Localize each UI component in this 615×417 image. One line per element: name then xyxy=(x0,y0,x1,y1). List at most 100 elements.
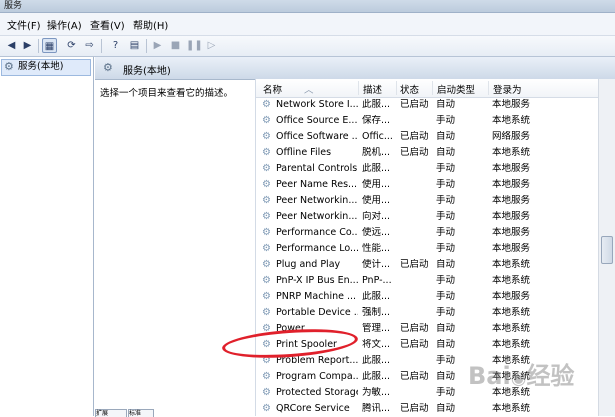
service-startup-type: 手动 xyxy=(436,115,456,126)
forward-arrow-icon[interactable]: ▶ xyxy=(20,38,35,53)
column-header-startup-type[interactable]: 启动类型 xyxy=(437,82,475,96)
service-name: Parental Controls xyxy=(276,163,358,174)
service-gear-icon: ⚙ xyxy=(262,99,271,110)
service-description: 性能... xyxy=(362,243,391,254)
refresh-icon[interactable]: ⟳ xyxy=(64,38,79,53)
service-description: 强制... xyxy=(362,307,391,318)
back-arrow-icon[interactable]: ◀ xyxy=(4,38,19,53)
column-divider[interactable] xyxy=(396,81,397,95)
service-logon-as: 本地系统 xyxy=(492,259,531,270)
column-header-description[interactable]: 描述 xyxy=(363,82,382,96)
service-logon-as: 本地服务 xyxy=(492,227,531,238)
service-status: 已启动 xyxy=(400,323,429,334)
column-header-status[interactable]: 状态 xyxy=(400,82,419,96)
service-startup-type: 手动 xyxy=(436,307,456,318)
service-description: 此服... xyxy=(362,163,391,174)
service-gear-icon: ⚙ xyxy=(262,211,271,222)
table-row[interactable]: ⚙ Offline Files 脱机... 已启动 自动 本地系统 xyxy=(256,145,599,161)
service-name: Peer Networkin... xyxy=(276,211,358,222)
service-status: 已启动 xyxy=(400,259,429,270)
service-gear-icon: ⚙ xyxy=(262,163,271,174)
pane-header-title: 服务(本地) xyxy=(123,66,171,77)
service-status: 已启动 xyxy=(400,371,429,382)
menu-help[interactable]: 帮助(H) xyxy=(133,17,168,32)
service-logon-as: 本地服务 xyxy=(492,291,531,302)
service-name: QRCore Service xyxy=(276,403,350,414)
stop-service-icon[interactable]: ■ xyxy=(168,38,183,53)
restart-service-icon[interactable]: ▷ xyxy=(204,38,219,53)
column-header-name[interactable]: 名称 xyxy=(263,82,282,96)
toolbar-separator xyxy=(38,39,39,53)
service-name: Performance Lo... xyxy=(276,243,358,254)
service-gear-icon: ⚙ xyxy=(262,275,271,286)
start-service-icon[interactable]: ▶ xyxy=(150,38,165,53)
service-description: 此服... xyxy=(362,371,391,382)
service-description: 保存... xyxy=(362,115,391,126)
service-startup-type: 自动 xyxy=(436,403,456,414)
service-startup-type: 自动 xyxy=(436,131,456,142)
toolbar: ◀ ▶ ▦ ⟳ ⇨ ? ▤ ▶ ■ ❚❚ ▷ xyxy=(0,36,615,57)
service-description: 使计... xyxy=(362,259,391,270)
pane-header: ⚙ 服务(本地) xyxy=(95,57,615,80)
service-gear-icon: ⚙ xyxy=(262,131,271,142)
service-description: 管理... xyxy=(362,323,391,334)
column-divider[interactable] xyxy=(432,81,433,95)
service-description: 使远... xyxy=(362,227,391,238)
table-row[interactable]: ⚙ Parental Controls 此服... 手动 本地服务 xyxy=(256,161,599,177)
service-startup-type: 自动 xyxy=(436,323,456,334)
gear-icon: ⚙ xyxy=(103,61,113,74)
table-row[interactable]: ⚙ Office Software ... Offic... 已启动 自动 网络服务 xyxy=(256,129,599,145)
service-name: PNRP Machine ... xyxy=(276,291,357,302)
menu-file[interactable]: 文件(F) xyxy=(7,17,41,32)
export-list-icon[interactable]: ⇨ xyxy=(82,38,97,53)
help-icon[interactable]: ? xyxy=(108,38,123,53)
gear-icon: ⚙ xyxy=(4,60,14,73)
table-row[interactable]: ⚙ Office Source E... 保存... 手动 本地系统 xyxy=(256,113,599,129)
service-name: Offline Files xyxy=(276,147,332,158)
scrollbar-thumb[interactable] xyxy=(601,236,613,264)
service-name: Office Software ... xyxy=(276,131,358,142)
service-gear-icon: ⚙ xyxy=(262,115,271,126)
table-row[interactable]: ⚙ PnP-X IP Bus En... PnP-... 手动 本地系统 xyxy=(256,273,599,289)
pause-service-icon[interactable]: ❚❚ xyxy=(186,38,203,53)
table-row[interactable]: ⚙ Peer Name Res... 使用... 手动 本地服务 xyxy=(256,177,599,193)
menu-view[interactable]: 查看(V) xyxy=(90,17,125,32)
service-gear-icon: ⚙ xyxy=(262,243,271,254)
service-gear-icon: ⚙ xyxy=(262,307,271,318)
table-row[interactable]: ⚙ Performance Co... 使远... 手动 本地服务 xyxy=(256,225,599,241)
tree-item-services-local[interactable]: ⚙ 服务(本地) xyxy=(1,59,91,76)
table-row[interactable]: ⚙ Performance Lo... 性能... 手动 本地服务 xyxy=(256,241,599,257)
service-gear-icon: ⚙ xyxy=(262,403,271,414)
column-divider[interactable] xyxy=(488,81,489,95)
console-tree-icon[interactable]: ▦ xyxy=(42,38,57,53)
table-row[interactable]: ⚙ Portable Device ... 强制... 手动 本地系统 xyxy=(256,305,599,321)
service-description: 向对... xyxy=(362,211,391,222)
table-row[interactable]: ⚙ Network Store I... 此服... 已启动 自动 本地服务 xyxy=(256,97,599,113)
menu-action[interactable]: 操作(A) xyxy=(47,17,82,32)
column-divider[interactable] xyxy=(358,81,359,95)
service-logon-as: 本地系统 xyxy=(492,339,531,350)
service-startup-type: 手动 xyxy=(436,275,456,286)
service-startup-type: 手动 xyxy=(436,291,456,302)
service-description: Offic... xyxy=(362,131,393,142)
table-row[interactable]: ⚙ PNRP Machine ... 此服... 手动 本地服务 xyxy=(256,289,599,305)
table-row[interactable]: ⚙ Peer Networkin... 使用... 手动 本地服务 xyxy=(256,193,599,209)
service-logon-as: 本地服务 xyxy=(492,179,531,190)
service-startup-type: 手动 xyxy=(436,227,456,238)
service-description: 此服... xyxy=(362,355,391,366)
sort-up-icon: ︿ xyxy=(304,85,314,96)
service-logon-as: 本地系统 xyxy=(492,403,531,414)
table-row[interactable]: ⚙ Plug and Play 使计... 已启动 自动 本地系统 xyxy=(256,257,599,273)
service-gear-icon: ⚙ xyxy=(262,291,271,302)
window-title: 服务 xyxy=(4,1,23,11)
column-header-logon[interactable]: 登录为 xyxy=(493,82,522,96)
description-prompt: 选择一个项目来查看它的描述。 xyxy=(100,88,234,99)
service-startup-type: 手动 xyxy=(436,195,456,206)
service-logon-as: 本地系统 xyxy=(492,147,531,158)
table-row[interactable]: ⚙ QRCore Service 腾讯... 已启动 自动 本地系统 xyxy=(256,401,599,416)
toolbar-separator xyxy=(101,39,102,53)
table-row[interactable]: ⚙ Peer Networkin... 向对... 手动 本地服务 xyxy=(256,209,599,225)
properties-icon[interactable]: ▤ xyxy=(127,38,142,53)
menu-bar: 文件(F) 操作(A) 查看(V) 帮助(H) xyxy=(0,13,615,36)
vertical-scrollbar[interactable] xyxy=(598,79,615,416)
